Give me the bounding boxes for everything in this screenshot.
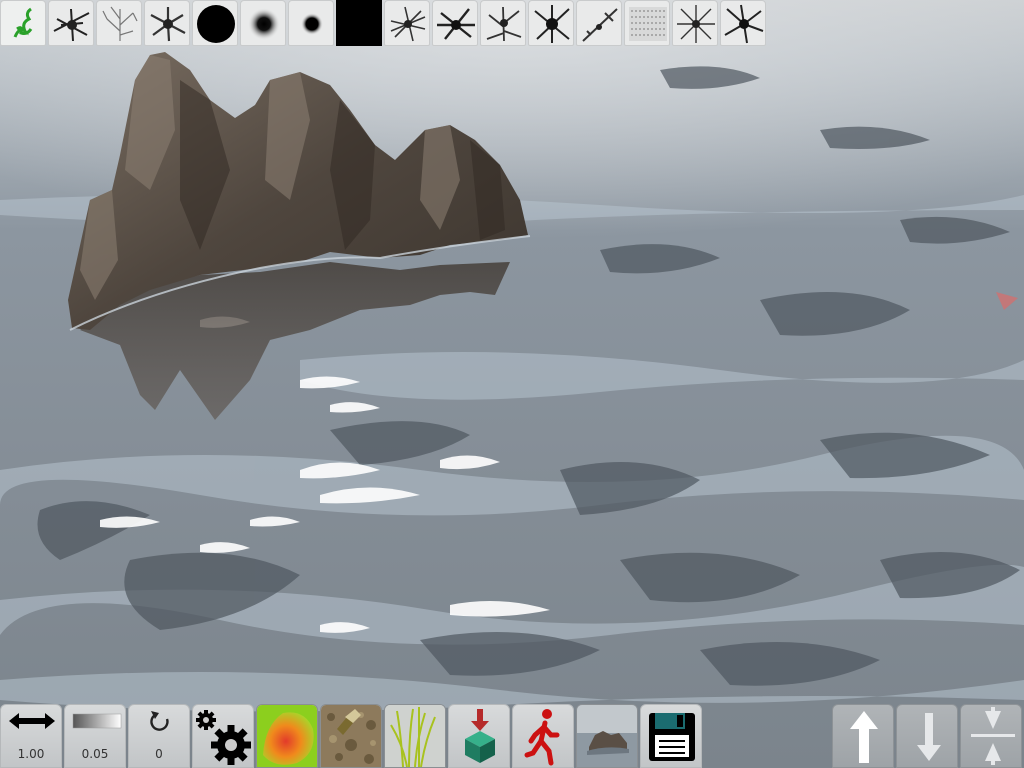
brush-size-value: 1.00	[17, 747, 45, 761]
brush-solid-square-button[interactable]	[336, 0, 382, 46]
hard-round-icon	[197, 5, 235, 43]
raise-terrain-button[interactable]	[832, 704, 894, 768]
brush-branches-button[interactable]	[96, 0, 142, 46]
box-drop-icon	[465, 709, 495, 763]
water-scene	[0, 0, 1024, 768]
brush-opacity-value: 0.05	[81, 747, 109, 761]
walk-mode-tool[interactable]	[512, 704, 574, 768]
floppy-disk-icon	[649, 713, 695, 761]
splatter-icon	[486, 6, 522, 42]
brush-small-round-button[interactable]	[288, 0, 334, 46]
solid-square-icon	[337, 1, 381, 45]
brush-star-button[interactable]	[144, 0, 190, 46]
brush-splatter-5-button[interactable]	[528, 0, 574, 46]
brush-opacity-control[interactable]: 0.05	[64, 704, 126, 768]
grass-icon	[385, 705, 445, 767]
flatten-terrain-button[interactable]	[960, 704, 1022, 768]
arrow-up-icon	[850, 711, 878, 763]
texture-icon	[321, 705, 381, 767]
save-button[interactable]	[640, 704, 702, 768]
noise-icon	[629, 7, 667, 41]
brush-splatter-6-button[interactable]	[672, 0, 718, 46]
brush-streak-button[interactable]	[576, 0, 622, 46]
3d-viewport[interactable]	[0, 0, 1024, 768]
brush-splatter-3-button[interactable]	[432, 0, 478, 46]
brush-green-scribble-button[interactable]	[0, 0, 46, 46]
terrain-view-tool[interactable]	[576, 704, 638, 768]
brush-splatter-4-button[interactable]	[480, 0, 526, 46]
walking-person-icon	[524, 709, 560, 766]
brush-toolbar	[0, 0, 768, 48]
gear-icon	[196, 710, 251, 765]
green-scribble-icon	[13, 7, 33, 38]
brush-size-control[interactable]: 1.00	[0, 704, 62, 768]
terrain-preview-icon	[577, 705, 637, 767]
brush-splatter-2-button[interactable]	[384, 0, 430, 46]
branches-icon	[102, 6, 138, 41]
splatter-icon	[53, 8, 90, 42]
brush-hard-round-button[interactable]	[192, 0, 238, 46]
splatter-icon	[534, 5, 570, 43]
arrow-down-icon	[917, 713, 941, 761]
streak-icon	[582, 8, 618, 42]
place-object-tool[interactable]	[448, 704, 510, 768]
bottom-toolbar: 1.00 0.05 0	[0, 704, 1024, 768]
brush-splatter-7-button[interactable]	[720, 0, 766, 46]
flatten-icon	[971, 707, 1015, 765]
brush-soft-round-button[interactable]	[240, 0, 286, 46]
soft-round-icon	[248, 8, 280, 40]
splatter-icon	[437, 8, 475, 40]
brush-noise-button[interactable]	[624, 0, 670, 46]
heightmap-paint-tool[interactable]	[256, 704, 318, 768]
texture-paint-tool[interactable]	[320, 704, 382, 768]
splatter-icon	[677, 5, 715, 43]
grass-tool[interactable]	[384, 704, 446, 768]
splatter-icon	[724, 4, 764, 44]
lower-terrain-button[interactable]	[896, 704, 958, 768]
brush-splatter-1-button[interactable]	[48, 0, 94, 46]
splatter-icon	[390, 6, 426, 42]
settings-button[interactable]	[192, 704, 254, 768]
small-round-icon	[301, 13, 323, 35]
brush-rotation-control[interactable]: 0	[128, 704, 190, 768]
star-splatter-icon	[150, 7, 186, 42]
heightmap-icon	[257, 705, 317, 767]
brush-rotation-value: 0	[155, 747, 163, 761]
